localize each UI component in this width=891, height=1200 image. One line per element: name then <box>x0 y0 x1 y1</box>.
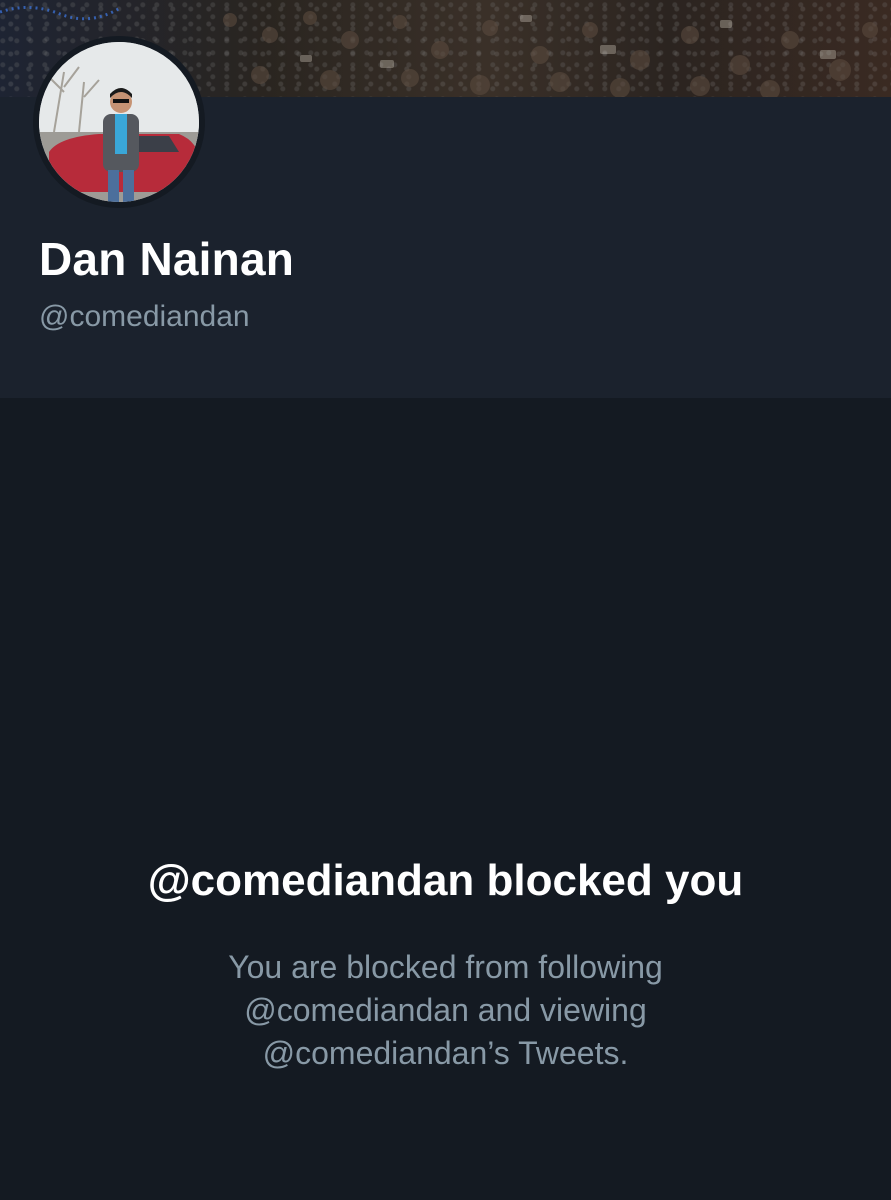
avatar-photo <box>39 42 199 202</box>
blocked-title: @comediandan blocked you <box>147 856 744 905</box>
profile-display-name: Dan Nainan <box>39 233 295 285</box>
avatar-person-icon <box>39 42 199 202</box>
blocked-description: You are blocked from following @comedian… <box>228 949 663 1071</box>
avatar[interactable] <box>33 36 205 208</box>
profile-handle: @comediandan <box>39 300 250 333</box>
